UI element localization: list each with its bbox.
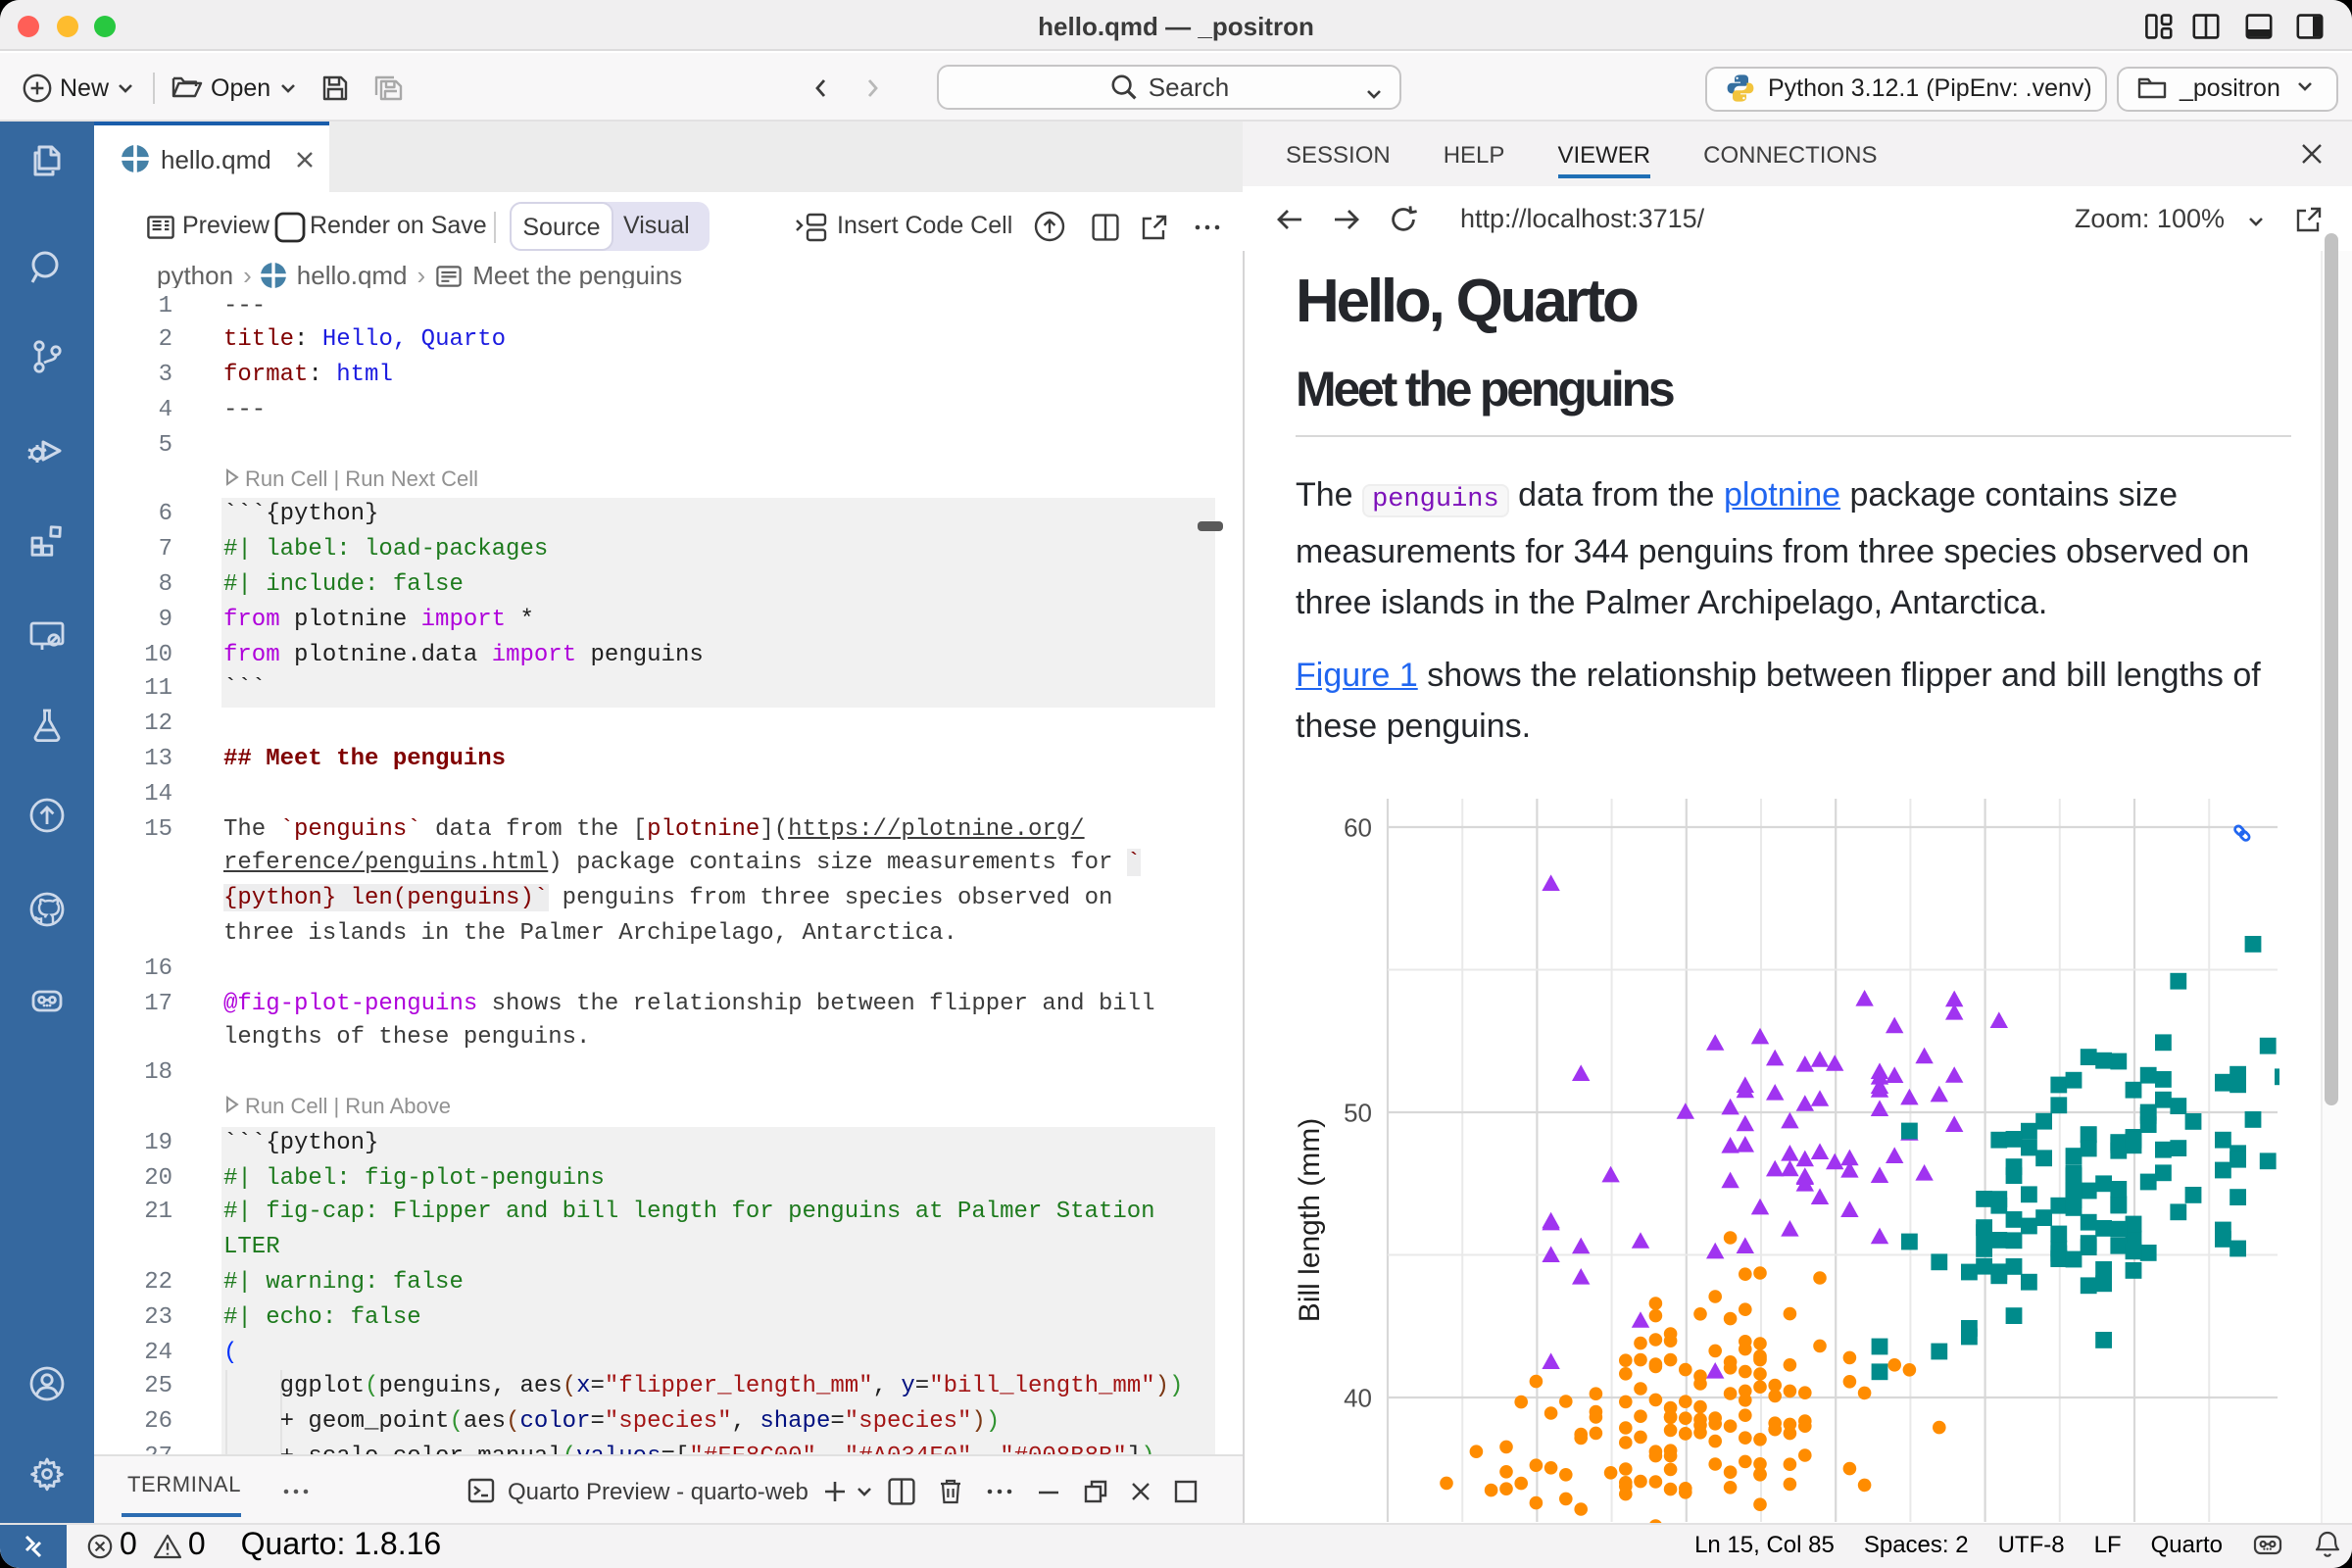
svg-text:40: 40 [1344, 1383, 1372, 1412]
svg-text:Bill length (mm): Bill length (mm) [1294, 1118, 1326, 1322]
svg-text:50: 50 [1344, 1098, 1372, 1127]
svg-text:60: 60 [1344, 812, 1372, 842]
